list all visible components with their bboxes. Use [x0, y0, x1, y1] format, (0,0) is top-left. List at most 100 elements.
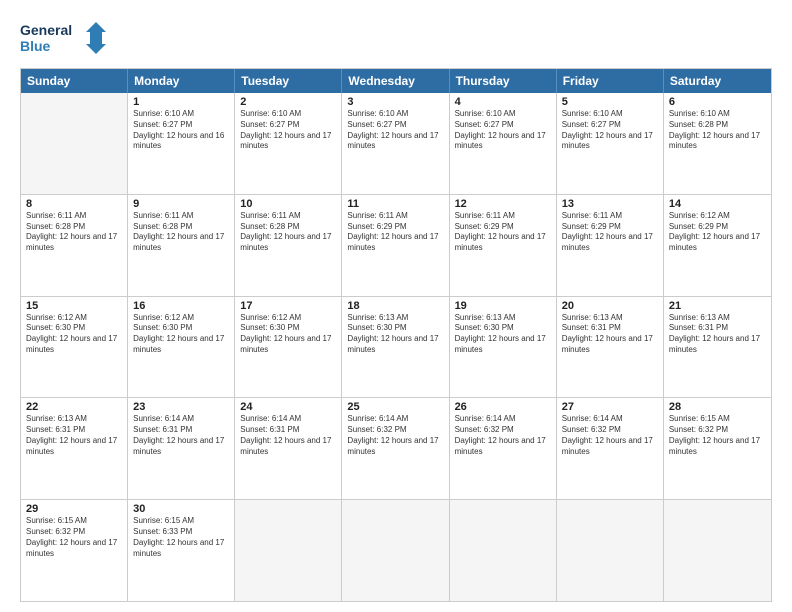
- sunrise-line: Sunrise: 6:13 AM: [347, 313, 443, 324]
- sunrise-line: Sunrise: 6:14 AM: [347, 414, 443, 425]
- sunset-line: Sunset: 6:30 PM: [133, 323, 229, 334]
- day-number: 21: [669, 300, 766, 312]
- daylight-line: Daylight: 12 hours and 17 minutes: [133, 538, 229, 560]
- sunset-line: Sunset: 6:29 PM: [455, 222, 551, 233]
- cal-cell: 24 Sunrise: 6:14 AM Sunset: 6:31 PM Dayl…: [235, 398, 342, 499]
- day-number: 16: [133, 300, 229, 312]
- daylight-line: Daylight: 12 hours and 17 minutes: [455, 232, 551, 254]
- sunrise-line: Sunrise: 6:14 AM: [240, 414, 336, 425]
- sunset-line: Sunset: 6:32 PM: [26, 527, 122, 538]
- sunset-line: Sunset: 6:32 PM: [562, 425, 658, 436]
- cal-header-day: Saturday: [664, 69, 771, 93]
- sunset-line: Sunset: 6:32 PM: [669, 425, 766, 436]
- cal-cell: 28 Sunrise: 6:15 AM Sunset: 6:32 PM Dayl…: [664, 398, 771, 499]
- cal-cell: 3 Sunrise: 6:10 AM Sunset: 6:27 PM Dayli…: [342, 93, 449, 194]
- sunset-line: Sunset: 6:28 PM: [240, 222, 336, 233]
- cal-cell: 23 Sunrise: 6:14 AM Sunset: 6:31 PM Dayl…: [128, 398, 235, 499]
- daylight-line: Daylight: 12 hours and 17 minutes: [347, 131, 443, 153]
- cal-cell: 14 Sunrise: 6:12 AM Sunset: 6:29 PM Dayl…: [664, 195, 771, 296]
- day-number: 25: [347, 401, 443, 413]
- daylight-line: Daylight: 12 hours and 16 minutes: [133, 131, 229, 153]
- sunrise-line: Sunrise: 6:14 AM: [562, 414, 658, 425]
- daylight-line: Daylight: 12 hours and 17 minutes: [562, 131, 658, 153]
- cal-cell: 6 Sunrise: 6:10 AM Sunset: 6:28 PM Dayli…: [664, 93, 771, 194]
- sunrise-line: Sunrise: 6:10 AM: [240, 109, 336, 120]
- sunrise-line: Sunrise: 6:11 AM: [455, 211, 551, 222]
- sunrise-line: Sunrise: 6:13 AM: [455, 313, 551, 324]
- day-number: 15: [26, 300, 122, 312]
- cal-cell: 18 Sunrise: 6:13 AM Sunset: 6:30 PM Dayl…: [342, 297, 449, 398]
- day-number: 24: [240, 401, 336, 413]
- sunset-line: Sunset: 6:29 PM: [347, 222, 443, 233]
- daylight-line: Daylight: 12 hours and 17 minutes: [455, 334, 551, 356]
- sunrise-line: Sunrise: 6:11 AM: [240, 211, 336, 222]
- daylight-line: Daylight: 12 hours and 17 minutes: [347, 436, 443, 458]
- day-number: 8: [26, 198, 122, 210]
- sunset-line: Sunset: 6:31 PM: [240, 425, 336, 436]
- cal-cell: 1 Sunrise: 6:10 AM Sunset: 6:27 PM Dayli…: [128, 93, 235, 194]
- daylight-line: Daylight: 12 hours and 17 minutes: [455, 131, 551, 153]
- cal-cell: 4 Sunrise: 6:10 AM Sunset: 6:27 PM Dayli…: [450, 93, 557, 194]
- cal-header-day: Tuesday: [235, 69, 342, 93]
- sunset-line: Sunset: 6:28 PM: [26, 222, 122, 233]
- day-number: 9: [133, 198, 229, 210]
- sunrise-line: Sunrise: 6:13 AM: [669, 313, 766, 324]
- sunrise-line: Sunrise: 6:12 AM: [133, 313, 229, 324]
- daylight-line: Daylight: 12 hours and 17 minutes: [669, 436, 766, 458]
- day-number: 10: [240, 198, 336, 210]
- daylight-line: Daylight: 12 hours and 17 minutes: [26, 334, 122, 356]
- sunset-line: Sunset: 6:33 PM: [133, 527, 229, 538]
- sunset-line: Sunset: 6:27 PM: [240, 120, 336, 131]
- sunset-line: Sunset: 6:29 PM: [669, 222, 766, 233]
- sunrise-line: Sunrise: 6:11 AM: [562, 211, 658, 222]
- cal-cell: [557, 500, 664, 601]
- sunset-line: Sunset: 6:28 PM: [669, 120, 766, 131]
- sunrise-line: Sunrise: 6:11 AM: [347, 211, 443, 222]
- cal-cell: 21 Sunrise: 6:13 AM Sunset: 6:31 PM Dayl…: [664, 297, 771, 398]
- day-number: 13: [562, 198, 658, 210]
- day-number: 3: [347, 96, 443, 108]
- cal-cell: [235, 500, 342, 601]
- sunset-line: Sunset: 6:27 PM: [562, 120, 658, 131]
- daylight-line: Daylight: 12 hours and 17 minutes: [26, 538, 122, 560]
- cal-cell: 2 Sunrise: 6:10 AM Sunset: 6:27 PM Dayli…: [235, 93, 342, 194]
- cal-cell: [342, 500, 449, 601]
- svg-text:General: General: [20, 22, 72, 38]
- daylight-line: Daylight: 12 hours and 17 minutes: [133, 436, 229, 458]
- cal-cell: 16 Sunrise: 6:12 AM Sunset: 6:30 PM Dayl…: [128, 297, 235, 398]
- cal-cell: 27 Sunrise: 6:14 AM Sunset: 6:32 PM Dayl…: [557, 398, 664, 499]
- daylight-line: Daylight: 12 hours and 17 minutes: [26, 232, 122, 254]
- sunset-line: Sunset: 6:31 PM: [562, 323, 658, 334]
- sunset-line: Sunset: 6:32 PM: [347, 425, 443, 436]
- sunset-line: Sunset: 6:29 PM: [562, 222, 658, 233]
- calendar-header: SundayMondayTuesdayWednesdayThursdayFrid…: [21, 69, 771, 93]
- daylight-line: Daylight: 12 hours and 17 minutes: [347, 334, 443, 356]
- day-number: 6: [669, 96, 766, 108]
- sunrise-line: Sunrise: 6:13 AM: [562, 313, 658, 324]
- daylight-line: Daylight: 12 hours and 17 minutes: [562, 436, 658, 458]
- sunrise-line: Sunrise: 6:15 AM: [133, 516, 229, 527]
- cal-cell: 29 Sunrise: 6:15 AM Sunset: 6:32 PM Dayl…: [21, 500, 128, 601]
- cal-cell: 9 Sunrise: 6:11 AM Sunset: 6:28 PM Dayli…: [128, 195, 235, 296]
- daylight-line: Daylight: 12 hours and 17 minutes: [26, 436, 122, 458]
- cal-header-day: Monday: [128, 69, 235, 93]
- daylight-line: Daylight: 12 hours and 17 minutes: [240, 232, 336, 254]
- header: General Blue: [20, 18, 772, 58]
- calendar-body: 1 Sunrise: 6:10 AM Sunset: 6:27 PM Dayli…: [21, 93, 771, 601]
- sunrise-line: Sunrise: 6:10 AM: [455, 109, 551, 120]
- daylight-line: Daylight: 12 hours and 17 minutes: [240, 131, 336, 153]
- cal-row: 1 Sunrise: 6:10 AM Sunset: 6:27 PM Dayli…: [21, 93, 771, 195]
- day-number: 26: [455, 401, 551, 413]
- sunset-line: Sunset: 6:31 PM: [669, 323, 766, 334]
- cal-header-day: Thursday: [450, 69, 557, 93]
- cal-header-day: Sunday: [21, 69, 128, 93]
- cal-cell: 11 Sunrise: 6:11 AM Sunset: 6:29 PM Dayl…: [342, 195, 449, 296]
- cal-cell: 26 Sunrise: 6:14 AM Sunset: 6:32 PM Dayl…: [450, 398, 557, 499]
- cal-cell: 17 Sunrise: 6:12 AM Sunset: 6:30 PM Dayl…: [235, 297, 342, 398]
- cal-cell: 22 Sunrise: 6:13 AM Sunset: 6:31 PM Dayl…: [21, 398, 128, 499]
- daylight-line: Daylight: 12 hours and 17 minutes: [669, 131, 766, 153]
- day-number: 4: [455, 96, 551, 108]
- daylight-line: Daylight: 12 hours and 17 minutes: [240, 436, 336, 458]
- cal-cell: [21, 93, 128, 194]
- cal-row: 22 Sunrise: 6:13 AM Sunset: 6:31 PM Dayl…: [21, 398, 771, 500]
